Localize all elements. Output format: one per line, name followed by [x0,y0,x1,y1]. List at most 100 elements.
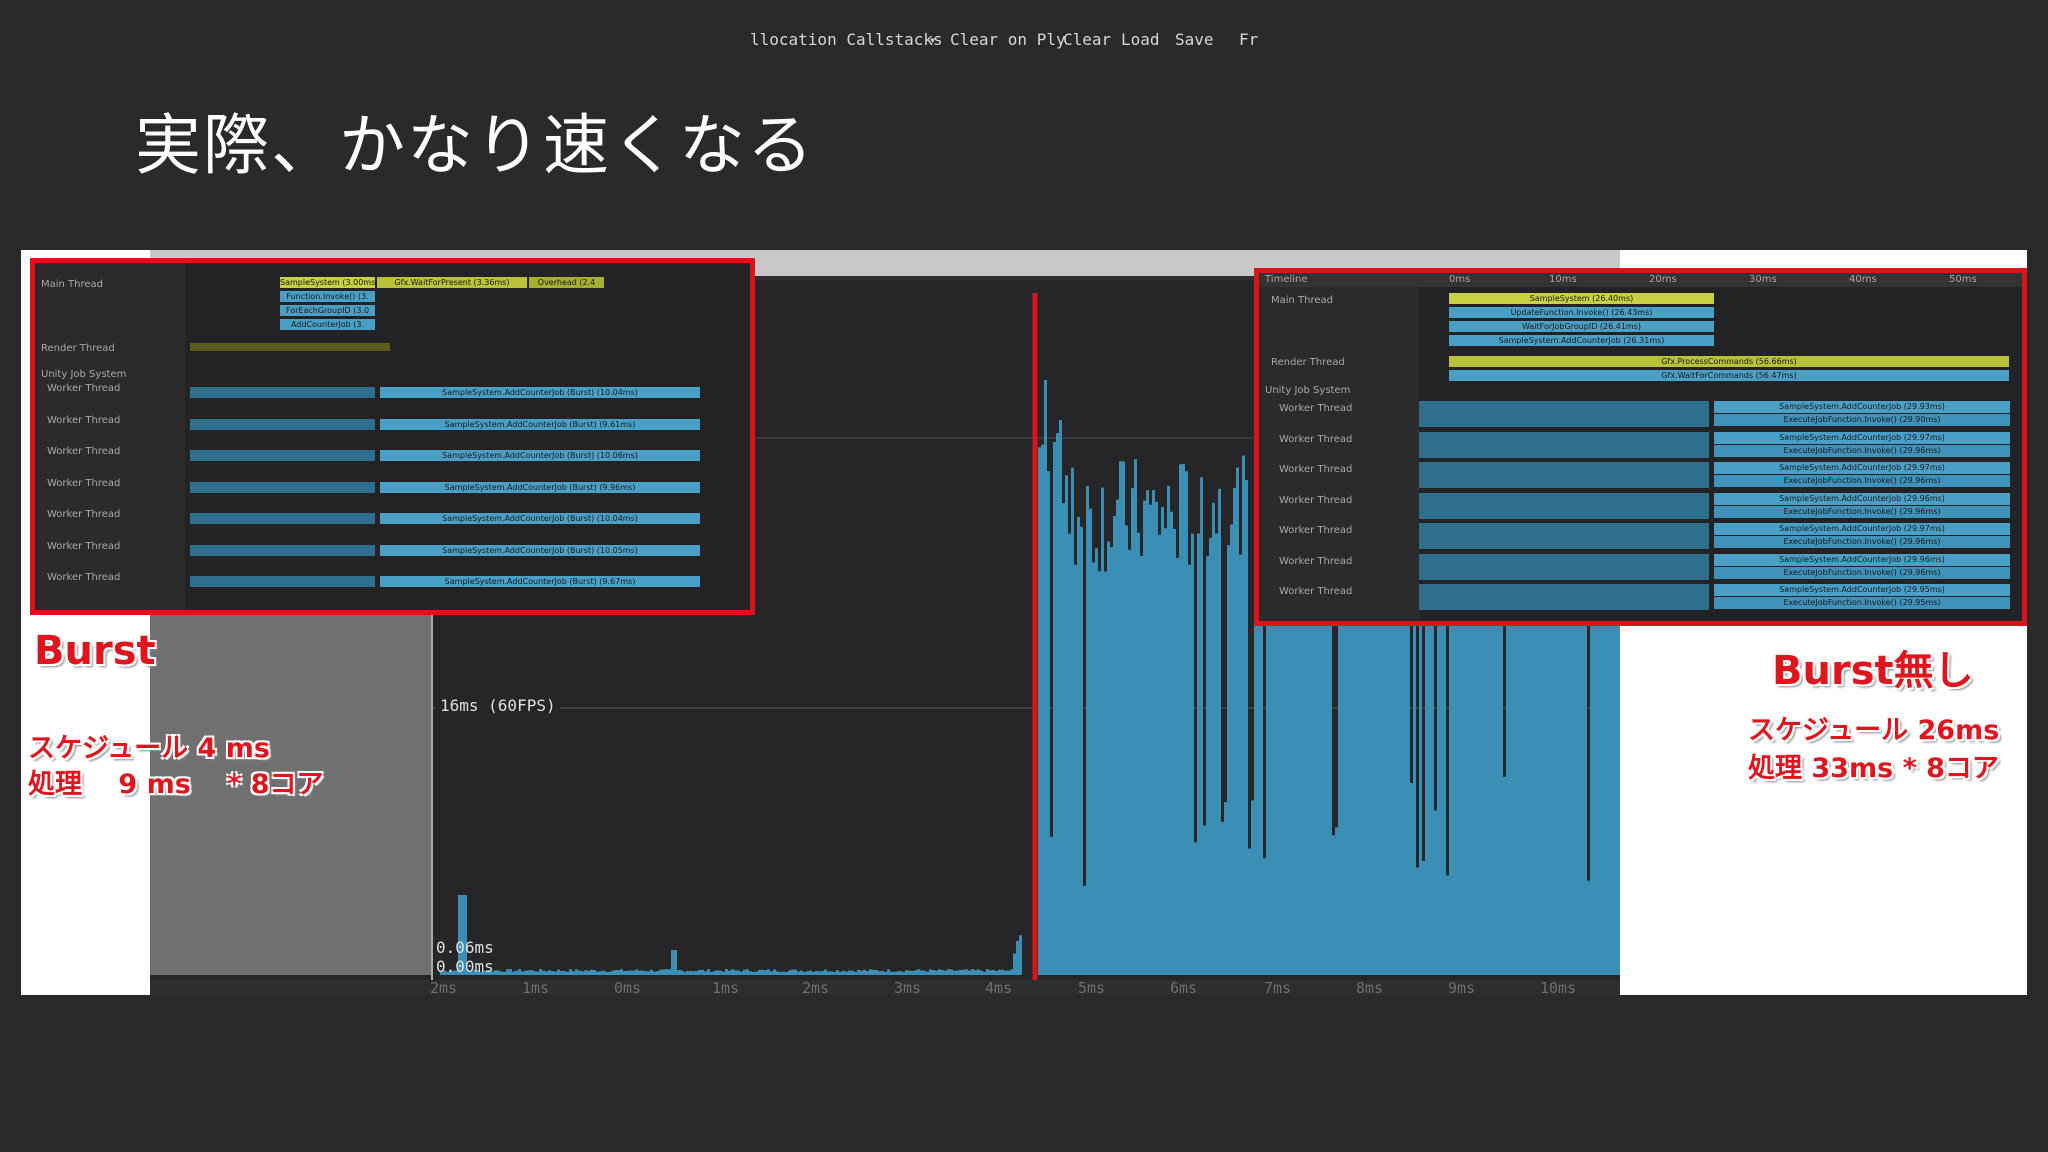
noburst-main-bar[interactable]: SampleSystem (26.40ms) [1449,293,1714,304]
noburst-main-bar[interactable]: SampleSystem.AddCounterJob (26.31ms) [1449,335,1714,346]
noburst-main-bar[interactable]: UpdateFunction.Invoke() (26.43ms) [1449,307,1714,318]
frame-bar [1110,547,1113,975]
burst-worker-bar[interactable]: SampleSystem.AddCounterJob (Burst) (9.61… [380,418,700,430]
noburst-timeline-dropdown[interactable]: Timeline [1265,274,1308,285]
frame-bar [884,971,887,975]
burst-worker-thread-label: Worker Thread [47,446,121,457]
burst-annotation-title: Burst [34,628,156,674]
frame-bar [494,970,497,975]
frame-bar [1188,564,1191,975]
burst-worker-bar[interactable]: SampleSystem.AddCounterJob (Burst) (10.0… [380,513,700,524]
burst-worker-bar[interactable]: SampleSystem.AddCounterJob (Burst) (10.0… [380,387,700,398]
frame-bar [803,971,806,975]
frame-bar [1176,558,1179,975]
noburst-worker-bar[interactable]: ExecuteJobFunction.Invoke() (29.95ms) [1714,597,2010,609]
noburst-worker-bar[interactable]: SampleSystem.AddCounterJob (29.97ms) [1714,462,2010,474]
noburst-worker-bar[interactable]: SampleSystem.AddCounterJob (29.96ms) [1714,492,2010,505]
frame-bar [656,971,659,975]
noburst-worker-bar[interactable]: ExecuteJobFunction.Invoke() (29.96ms) [1714,536,2010,548]
frame-bar [542,970,545,975]
noburst-worker-bar[interactable]: SampleSystem.AddCounterJob (29.97ms) [1714,431,2010,444]
noburst-worker-thread-label: Worker Thread [1279,525,1353,536]
frame-bar [893,971,896,975]
burst-worker-thread-label: Worker Thread [47,383,121,394]
fps-target-label: 16ms (60FPS) [436,694,560,717]
frame-bar [908,970,911,975]
frame-bar [1422,860,1425,975]
frame-bar [545,971,548,975]
frame-bar [1083,885,1086,975]
frame-bar [1239,554,1242,975]
frame-bar [1056,433,1059,975]
frame-bar [677,970,680,975]
frame-bar [935,970,938,975]
frame-bar [1335,827,1338,975]
frame-bar [1001,969,1004,975]
frame-bar [842,970,845,975]
burst-main-bar[interactable]: Gfx.WaitForPresent (3.36ms) [377,277,527,288]
burst-main-bar[interactable]: ForEachGroupID (3.0 [280,305,375,316]
frame-bar [779,971,782,975]
frame-bar [881,970,884,975]
burst-worker-thread-label: Worker Thread [47,509,121,520]
noburst-worker-bar[interactable]: SampleSystem.AddCounterJob (29.96ms) [1714,553,2010,566]
noburst-main-bar[interactable]: WaitForJobGroupID (26.41ms) [1449,321,1714,332]
frame-bar [638,970,641,975]
noburst-render-bar[interactable]: Gfx.ProcessCommands (56.66ms) [1449,356,2009,367]
timeline-tick-label: 7ms [1264,979,1291,997]
frame-bar [605,971,608,975]
burst-main-bar[interactable]: Overhead (2.4 [529,277,604,288]
frame-bar [743,969,746,975]
noburst-worker-bar[interactable]: ExecuteJobFunction.Invoke() (29.96ms) [1714,444,2010,457]
frame-bar [1059,420,1062,976]
burst-worker-bar[interactable]: SampleSystem.AddCounterJob (Burst) (9.67… [380,576,700,587]
frame-bar [620,969,623,975]
frame-bar [806,971,809,975]
frame-bar [500,971,503,975]
burst-main-bar[interactable]: AddCounterJob (3. [280,319,375,330]
burst-main-bar[interactable]: Function.Invoke() (3. [280,291,375,302]
frame-bar [986,969,989,975]
noburst-worker-bar[interactable]: ExecuteJobFunction.Invoke() (29.96ms) [1714,505,2010,518]
burst-worker-bar[interactable]: SampleSystem.AddCounterJob (Burst) (10.0… [380,450,700,461]
noburst-worker-bar[interactable]: ExecuteJobFunction.Invoke() (29.96ms) [1714,566,2010,579]
frame-bar [1101,487,1104,975]
noburst-worker-bar[interactable]: SampleSystem.AddCounterJob (29.93ms) [1714,401,2010,413]
frame-bar [539,969,542,975]
frame-bar [1086,486,1089,975]
burst-worker-prebar [190,576,375,587]
burst-worker-bar[interactable]: SampleSystem.AddCounterJob (Burst) (9.96… [380,481,700,493]
noburst-worker-bar[interactable]: SampleSystem.AddCounterJob (29.95ms) [1714,584,2010,596]
frame-bar [1200,477,1203,975]
noburst-worker-bar[interactable]: ExecuteJobFunction.Invoke() (29.90ms) [1714,414,2010,426]
frame-bar [896,971,899,975]
noburst-timeline-panel: Timeline 0ms 10ms 20ms 30ms 40ms 50ms Main Th… [1254,268,2027,626]
frame-bar [650,969,653,975]
noburst-worker-bar[interactable]: SampleSystem.AddCounterJob (29.97ms) [1714,523,2010,535]
burst-worker-bar[interactable]: SampleSystem.AddCounterJob (Burst) (10.0… [380,544,700,556]
frame-bar [875,970,878,975]
frame-bar [1194,842,1197,975]
frame-bar [1209,537,1212,975]
frame-bar [632,970,635,975]
frame-bar [845,971,848,975]
frame-bar [1134,459,1137,975]
noburst-worker-prebar [1419,523,1709,549]
frame-bar [899,971,902,975]
frame-bar [695,970,698,975]
frame-bar [1263,858,1266,975]
frame-bar [857,969,860,975]
frame-bar [659,969,662,975]
frame-bar [1224,802,1227,975]
frame-bar [854,971,857,975]
noburst-worker-bar[interactable]: ExecuteJobFunction.Invoke() (29.96ms) [1714,475,2010,487]
frame-bar [1131,488,1134,975]
frame-bar [1230,524,1233,975]
frame-bar [1587,880,1590,975]
frame-bar [755,971,758,975]
burst-worker-prebar [190,418,375,430]
noburst-render-bar[interactable]: Gfx.WaitForCommands (56.47ms) [1449,370,2009,381]
burst-worker-prebar [190,481,375,493]
frame-bar [932,970,935,975]
burst-main-bar[interactable]: SampleSystem (3.00ms) [280,277,375,288]
